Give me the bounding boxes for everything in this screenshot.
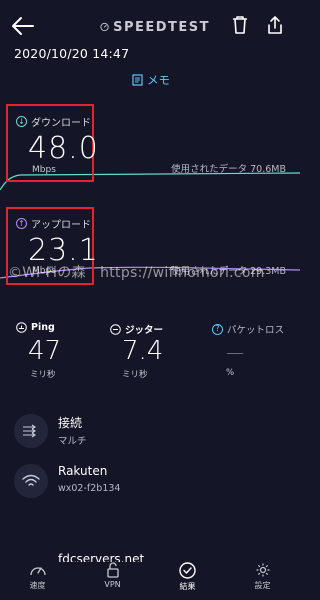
ping-icon <box>16 322 27 333</box>
packet-loss-label: ? パケットロス <box>212 322 284 336</box>
speedometer-icon <box>29 567 46 576</box>
nav-speed-label: 速度 <box>29 581 46 590</box>
arrow-down-icon: ↓ <box>16 116 27 127</box>
packet-loss-label-text: パケットロス <box>227 325 285 336</box>
ping-label-text: Ping <box>31 322 55 333</box>
download-label-text: ダウンロード <box>31 118 91 129</box>
nav-results-label: 結果 <box>179 582 196 591</box>
speedtest-logo: SPEEDTEST <box>100 17 210 37</box>
provider-ip: wx02-f2b134 <box>58 483 121 494</box>
upload-label: ↑ アップロード <box>16 216 91 231</box>
jitter-unit: ミリ秒 <box>122 370 148 380</box>
nav-settings[interactable]: 設定 <box>225 562 300 600</box>
test-datetime: 2020/10/20 14:47 <box>14 46 130 61</box>
ping-label: Ping <box>16 322 55 333</box>
arrow-left-icon <box>12 17 34 35</box>
arrow-up-icon: ↑ <box>16 218 27 229</box>
connection-title: 接続 <box>58 416 83 430</box>
note-icon <box>132 74 143 86</box>
question-icon[interactable]: ? <box>212 323 223 335</box>
jitter-label-text: ジッター <box>125 325 164 336</box>
check-circle-icon <box>179 562 196 579</box>
provider-row[interactable]: Rakuten wx02-f2b134 <box>14 462 284 502</box>
brand-name: SPEEDTEST <box>113 19 210 35</box>
nav-speed[interactable]: 速度 <box>0 562 75 600</box>
server-row[interactable]: fdcservers.net <box>14 546 284 562</box>
download-value: 48.0 <box>28 131 99 166</box>
nav-settings-label: 設定 <box>254 581 271 590</box>
provider-name: Rakuten <box>58 464 108 478</box>
packet-loss-unit: % <box>226 368 235 378</box>
bottom-nav: 速度 VPN 結果 設定 <box>0 562 300 600</box>
upload-label-text: アップロード <box>31 220 91 231</box>
jitter-value: 7.4 <box>122 336 164 366</box>
speedometer-icon <box>100 22 109 32</box>
back-button[interactable] <box>10 15 36 37</box>
memo-button[interactable]: メモ <box>132 72 170 88</box>
wifi-icon <box>22 474 40 486</box>
provider-icon-wrap <box>14 464 48 498</box>
connection-icon-wrap <box>14 414 48 448</box>
packet-loss-value: — <box>226 342 244 363</box>
connection-subtitle: マルチ <box>58 436 87 447</box>
download-label: ↓ ダウンロード <box>16 114 91 129</box>
ping-value: 47 <box>28 336 62 366</box>
share-icon <box>268 16 282 34</box>
delete-button[interactable] <box>230 14 250 36</box>
download-data-used: 使用されたデータ 70.6MB <box>171 164 286 175</box>
multi-connection-icon <box>23 424 36 438</box>
connection-row[interactable]: 接続 マルチ <box>14 412 284 452</box>
ping-unit: ミリ秒 <box>30 370 56 380</box>
watermark: ©Wi-Fiの森 https://wifinomori.com <box>8 265 265 281</box>
lock-icon <box>106 562 119 578</box>
download-unit: Mbps <box>32 165 56 175</box>
nav-results[interactable]: 結果 <box>150 562 225 600</box>
trash-icon <box>233 16 247 34</box>
gear-icon <box>256 563 269 577</box>
share-button[interactable] <box>265 14 285 36</box>
jitter-icon <box>110 323 121 335</box>
nav-vpn-label: VPN <box>104 580 121 589</box>
nav-vpn[interactable]: VPN <box>75 562 150 600</box>
jitter-label: ジッター <box>110 322 163 336</box>
memo-label: メモ <box>147 73 170 87</box>
server-name: fdcservers.net <box>58 552 145 562</box>
